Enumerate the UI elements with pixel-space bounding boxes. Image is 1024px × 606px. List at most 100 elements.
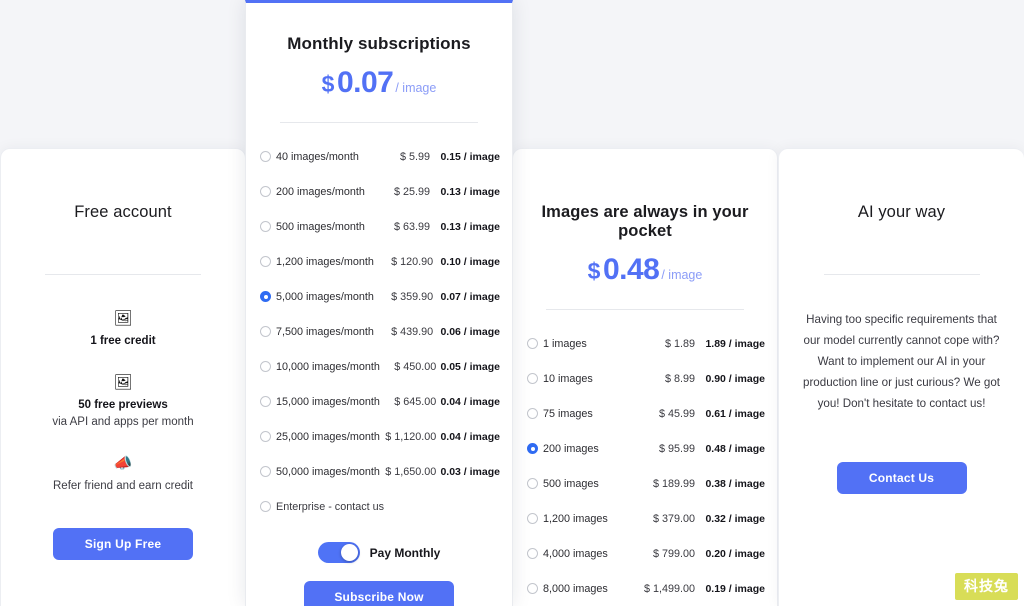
monthly-subscriptions-card: Monthly subscriptions $0.07/ image 40 im… [245,0,513,606]
plan-label: 15,000 images/month [276,395,380,408]
payg-plan-row[interactable]: 4,000 images $ 799.00 0.20 / image [513,536,777,571]
plan-unit-price: 0.04 / image [440,430,500,443]
megaphone-icon: 📣 [113,455,133,472]
payg-plan-row[interactable]: 500 images $ 189.99 0.38 / image [513,466,777,501]
ai-your-way-title: AI your way [857,203,946,221]
plan-price: $ 799.00 [652,547,695,560]
plan-unit-price: 0.20 / image [705,547,765,560]
payg-plan-row[interactable]: 10 images $ 8.99 0.90 / image [513,361,777,396]
radio-button[interactable] [260,431,271,442]
radio-button[interactable] [527,548,538,559]
plan-unit-price: 0.13 / image [440,220,500,233]
ai-your-way-divider [823,274,980,275]
payg-plan-row[interactable]: 75 images $ 45.99 0.61 / image [513,396,777,431]
subscription-plan-row[interactable]: 10,000 images/month $ 450.00 0.05 / image [246,349,512,384]
plan-price: $ 8.99 [664,372,695,385]
price-currency: $ [587,258,601,284]
feature-free-previews: 🖼 50 free previews via API and apps per … [1,373,245,428]
plan-label: 200 images/month [276,185,365,198]
radio-button[interactable] [260,466,271,477]
plan-price: $ 189.99 [652,477,695,490]
pay-monthly-toggle[interactable] [317,542,360,563]
payg-plan-row[interactable]: 8,000 images $ 1,499.00 0.19 / image [513,571,777,606]
subscription-plan-row[interactable]: 25,000 images/month $ 1,120.00 0.04 / imag… [246,419,512,454]
plan-price: $ 95.99 [658,442,695,455]
subscription-plan-row[interactable]: 5,000 images/month $ 359.90 0.07 / image [246,279,512,314]
plan-unit-price: 0.03 / image [440,465,500,478]
feature-refer-friend: 📣 Refer friend and earn credit [1,454,245,492]
feature-free-credit: 🖼 1 free credit [1,309,245,347]
subscribe-now-button[interactable]: Subscribe Now [304,581,454,606]
plan-label: 1 images [543,337,587,350]
plan-unit-price: 0.05 / image [440,360,500,373]
plan-price: $ 63.99 [393,220,430,233]
free-account-features: 🖼 1 free credit 🖼 50 free previews via A… [1,309,245,492]
sign-up-free-button[interactable]: Sign Up Free [53,528,193,560]
plan-unit-price: 0.19 / image [705,582,765,595]
payg-plan-row[interactable]: 200 images $ 95.99 0.48 / image [513,431,777,466]
radio-button[interactable] [260,396,271,407]
radio-button[interactable] [260,221,271,232]
plan-price: $ 645.00 [394,395,437,408]
plan-unit-price: 0.61 / image [705,407,765,420]
subscription-plan-row[interactable]: 500 images/month $ 63.99 0.13 / image [246,209,512,244]
radio-button[interactable] [260,186,271,197]
radio-button[interactable] [260,501,271,512]
radio-button[interactable] [260,291,271,302]
plan-unit-price: 0.07 / image [440,290,500,303]
plan-label: 8,000 images [543,582,608,595]
subscriptions-divider [280,122,478,123]
feature-subtitle: via API and apps per month [52,416,194,428]
feature-title: 1 free credit [90,335,156,347]
subscription-plan-row[interactable]: 7,500 images/month $ 439.90 0.06 / image [246,314,512,349]
plan-unit-price: 0.48 / image [705,442,765,455]
subscription-plan-row[interactable]: 1,200 images/month $ 120.90 0.10 / image [246,244,512,279]
radio-button[interactable] [260,326,271,337]
radio-button[interactable] [527,583,538,594]
plan-label: Enterprise - contact us [276,500,385,513]
radio-button[interactable] [260,361,271,372]
radio-button[interactable] [260,151,271,162]
plan-price: $ 1,499.00 [643,582,695,595]
radio-button[interactable] [527,443,538,454]
plan-label: 4,000 images [543,547,608,560]
plan-unit-price: 1.89 / image [705,337,765,350]
plan-label: 5,000 images/month [276,290,374,303]
radio-button[interactable] [527,373,538,384]
radio-button[interactable] [527,408,538,419]
subscriptions-title: Monthly subscriptions [287,34,471,53]
pay-monthly-toggle-wrap[interactable]: Pay Monthly [246,542,512,563]
subscription-plan-row[interactable]: 15,000 images/month $ 645.00 0.04 / image [246,384,512,419]
radio-button[interactable] [527,338,538,349]
plan-unit-price: 0.90 / image [705,372,765,385]
contact-us-button[interactable]: Contact Us [836,462,967,495]
price-suffix: / image [395,81,437,95]
feature-title: 50 free previews [78,399,168,411]
plan-price: $ 379.00 [652,512,695,525]
plan-label: 500 images/month [276,220,365,233]
plan-price: $ 1,120.00 [385,430,437,443]
payg-plan-row[interactable]: 1,200 images $ 379.00 0.32 / image [513,501,777,536]
plan-price: $ 5.99 [399,150,430,163]
plan-label: 500 images [543,477,599,490]
subscription-plan-row[interactable]: Enterprise - contact us [246,489,512,524]
radio-button[interactable] [527,513,538,524]
subscription-plan-row[interactable]: 40 images/month $ 5.99 0.15 / image [246,139,512,174]
radio-button[interactable] [527,478,538,489]
plan-label: 25,000 images/month [276,430,380,443]
plan-price: $ 450.00 [394,360,437,373]
plan-price: $ 1,650.00 [385,465,437,478]
free-account-divider [45,274,201,275]
payg-divider [546,309,744,310]
plan-label: 1,200 images [543,512,608,525]
payg-plan-list: 1 images $ 1.89 1.89 / image 10 images $ 8.9… [513,326,777,606]
payg-plan-row[interactable]: 1 images $ 1.89 1.89 / image [513,326,777,361]
radio-button[interactable] [260,256,271,267]
subscription-plan-row[interactable]: 50,000 images/month $ 1,650.00 0.03 / imag… [246,454,512,489]
subscription-plan-row[interactable]: 200 images/month $ 25.99 0.13 / image [246,174,512,209]
plan-label: 40 images/month [276,150,359,163]
price-suffix: / image [661,268,703,282]
ai-your-way-body: Having too specific requirements that ou… [803,313,1000,411]
plan-label: 75 images [543,407,593,420]
plan-unit-price: 0.04 / image [440,395,500,408]
